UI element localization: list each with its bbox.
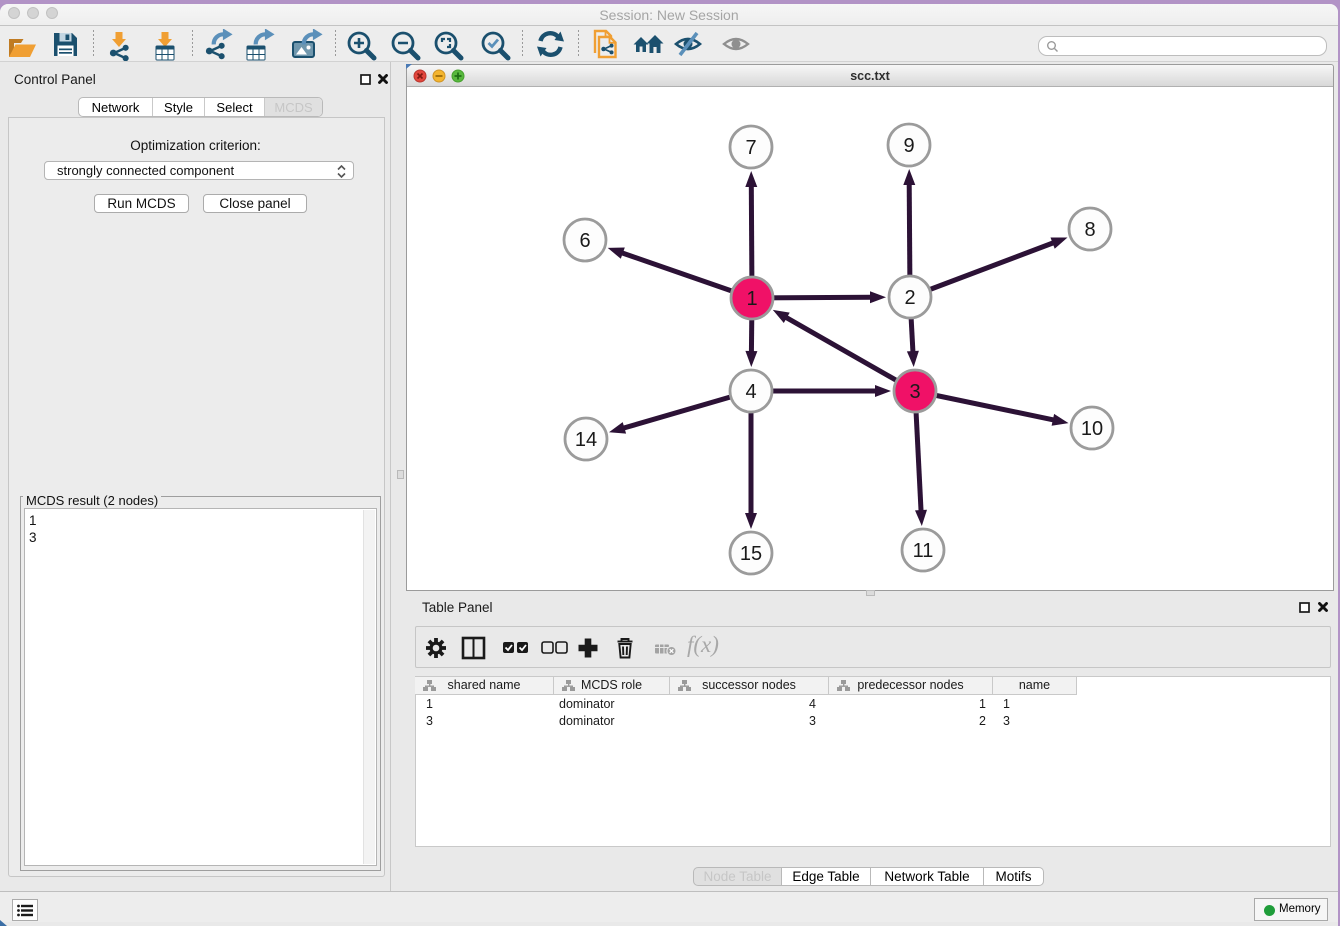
svg-text:8: 8 bbox=[1084, 219, 1095, 241]
svg-text:6: 6 bbox=[579, 230, 590, 252]
svg-text:7: 7 bbox=[745, 137, 756, 159]
svg-text:10: 10 bbox=[1081, 418, 1103, 440]
svg-text:3: 3 bbox=[909, 381, 920, 403]
svg-text:1: 1 bbox=[746, 288, 757, 310]
svg-text:15: 15 bbox=[740, 543, 762, 565]
svg-text:14: 14 bbox=[575, 429, 597, 451]
svg-text:4: 4 bbox=[745, 381, 756, 403]
svg-text:11: 11 bbox=[913, 540, 934, 562]
svg-text:2: 2 bbox=[904, 287, 915, 309]
svg-text:9: 9 bbox=[903, 135, 914, 157]
